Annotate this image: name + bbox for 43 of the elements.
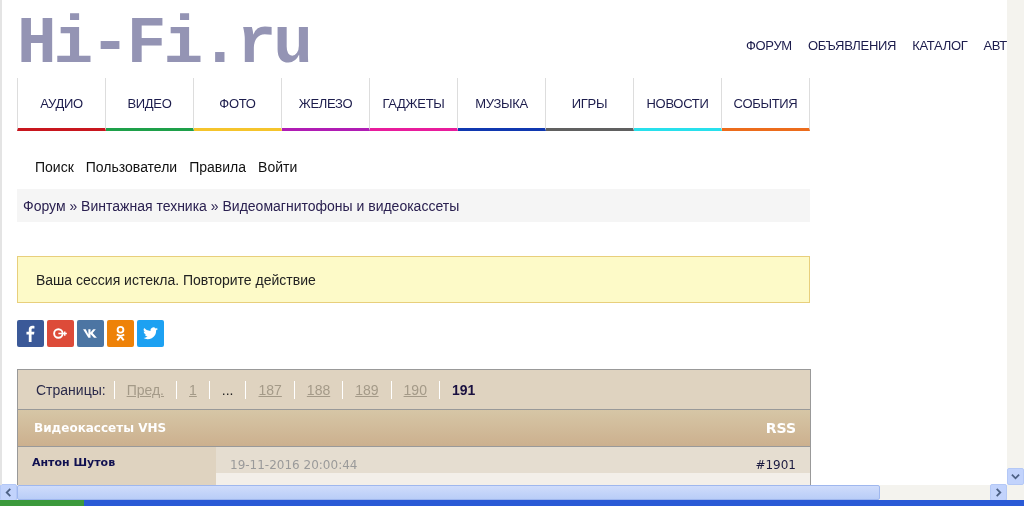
pages-label: Страницы: (36, 381, 106, 398)
post-author[interactable]: Антон Шутов (18, 447, 216, 485)
category-tab[interactable]: ВИДЕО (106, 78, 194, 131)
page-ellipsis: ... (208, 380, 246, 399)
category-tab[interactable]: ЖЕЛЕЗО (282, 78, 370, 131)
category-tab[interactable]: ИГРЫ (546, 78, 634, 131)
share-button[interactable] (77, 320, 104, 347)
share-button[interactable] (137, 320, 164, 347)
start-button[interactable] (0, 500, 84, 506)
post-number-link[interactable]: #1901 (755, 458, 796, 472)
top-nav-link[interactable]: ФОРУМ (745, 38, 792, 53)
category-tab[interactable]: АУДИО (17, 78, 106, 131)
share-button[interactable] (47, 320, 74, 347)
scroll-down-button[interactable] (1007, 468, 1024, 485)
breadcrumb-separator: » (68, 197, 79, 214)
breadcrumb-link[interactable]: Винтажная техника (81, 197, 207, 214)
bird-icon (142, 325, 159, 342)
breadcrumb-link[interactable]: Форум (23, 197, 66, 214)
category-tab[interactable]: НОВОСТИ (634, 78, 722, 131)
top-nav-link[interactable]: КАТАЛОГ (912, 38, 968, 53)
chevron-down-icon (1011, 472, 1020, 481)
forum-nav-link[interactable]: Войти (258, 159, 298, 189)
forum-nav-link[interactable]: Поиск (35, 159, 74, 189)
share-button[interactable] (17, 320, 44, 347)
chevron-left-icon (4, 488, 13, 497)
breadcrumb-link[interactable]: Видеомагнитофоны и видеокассеты (222, 197, 460, 214)
breadcrumb-separator: » (209, 197, 220, 214)
category-tab[interactable]: СОБЫТИЯ (722, 78, 810, 131)
top-nav-link[interactable]: ОБЪЯВЛЕНИЯ (807, 38, 897, 53)
google-plus-icon (52, 325, 69, 342)
category-tab[interactable]: ФОТО (194, 78, 282, 131)
post-date: 19-11-2016 20:00:44 (230, 458, 358, 472)
forum-nav-link[interactable]: Правила (189, 159, 247, 189)
topic-title: Видеокассеты VHS (34, 421, 167, 435)
scrollbar-corner (1007, 485, 1024, 500)
chevron-right-icon (994, 488, 1003, 497)
page-link[interactable]: 191 (438, 380, 488, 399)
top-nav-link[interactable]: АВТ (983, 38, 1007, 53)
category-tab[interactable]: ГАДЖЕТЫ (370, 78, 458, 131)
forum-nav-link[interactable]: Пользователи (85, 159, 178, 189)
vertical-scrollbar[interactable] (1007, 0, 1024, 485)
session-alert: Ваша сессия истекла. Повторите действие (17, 256, 810, 303)
category-tab[interactable]: МУЗЫКА (458, 78, 546, 131)
